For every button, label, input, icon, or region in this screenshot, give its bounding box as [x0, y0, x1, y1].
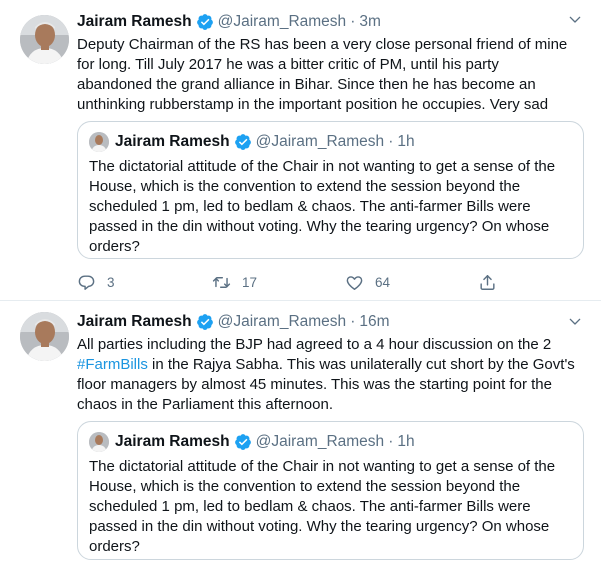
quoted-text-line: The dictatorial attitude of the Chair in…	[89, 458, 556, 475]
quoted-timestamp: 1h	[397, 133, 415, 150]
quoted-text-line: passed in the din without voting. Why th…	[89, 518, 550, 535]
retweet-button[interactable]: 17	[212, 273, 345, 292]
separator-dot: ·	[388, 133, 394, 150]
tweet-text: Deputy Chairman of the RS has been a ver…	[77, 35, 587, 115]
quoted-author-handle: @Jairam_Ramesh	[255, 133, 385, 150]
avatar[interactable]	[20, 312, 69, 361]
tweet-text-line: unthinking rubberstamp in the important …	[77, 96, 549, 113]
quoted-author-handle: @Jairam_Ramesh	[255, 433, 385, 450]
reply-button[interactable]: 3	[77, 273, 210, 292]
quoted-author-name: Jairam Ramesh	[115, 133, 230, 150]
tweet-text-line: All parties including the BJP had agreed…	[77, 336, 552, 353]
tweet-text-line: Deputy Chairman of the RS has been a ver…	[77, 36, 568, 53]
tweet-text-fragment: in the Rajya Sabha. This was unilaterall…	[147, 356, 575, 373]
quoted-timestamp: 1h	[397, 433, 415, 450]
hashtag-link[interactable]: #FarmBills	[77, 356, 148, 373]
tweet-text: All parties including the BJP had agreed…	[77, 335, 587, 415]
author-name[interactable]: Jairam Ramesh	[77, 13, 192, 31]
tweet-text-line: #FarmBills in the Rajya Sabha. This was …	[77, 355, 587, 375]
author-handle[interactable]: @Jairam_Ramesh	[218, 313, 347, 331]
tweet-header: Jairam Ramesh @Jairam_Ramesh · 3m	[77, 12, 381, 32]
quoted-avatar	[89, 132, 109, 152]
quoted-tweet[interactable]: Jairam Ramesh @Jairam_Ramesh · 1h The di…	[77, 121, 584, 259]
quoted-text-line: House, which is the convention to extend…	[89, 478, 521, 495]
author-handle[interactable]: @Jairam_Ramesh	[218, 13, 347, 31]
verified-badge-icon	[196, 14, 213, 30]
quoted-text-line: orders?	[89, 238, 140, 255]
separator-dot: ·	[350, 13, 356, 30]
quoted-text-line: passed in the din without voting. Why th…	[89, 218, 550, 235]
share-icon	[480, 274, 495, 290]
quoted-tweet-header: Jairam Ramesh @Jairam_Ramesh · 1h	[89, 132, 415, 152]
tweet-text-line: for long. Till July 2017 he was a bitter…	[77, 56, 499, 73]
tweet-text-line: floor managers by almost 45 minutes. Thi…	[77, 376, 552, 393]
quoted-text-line: scheduled 1 pm, led to bedlam & chaos. T…	[89, 198, 531, 215]
quoted-avatar	[89, 432, 109, 452]
like-count: 64	[375, 274, 391, 290]
quoted-tweet[interactable]: Jairam Ramesh @Jairam_Ramesh · 1h The di…	[77, 421, 584, 560]
quoted-text-line: orders?	[89, 538, 140, 555]
verified-badge-icon	[234, 434, 251, 450]
tweet[interactable]: Jairam Ramesh @Jairam_Ramesh · 3m Deputy…	[0, 0, 601, 301]
chevron-down-icon[interactable]	[567, 314, 583, 330]
verified-badge-icon	[196, 314, 213, 330]
quoted-tweet-header: Jairam Ramesh @Jairam_Ramesh · 1h	[89, 432, 415, 452]
verified-badge-icon	[234, 134, 251, 150]
quoted-tweet-text: The dictatorial attitude of the Chair in…	[89, 157, 579, 257]
quoted-text-line: House, which is the convention to extend…	[89, 178, 521, 195]
heart-icon	[346, 275, 363, 290]
retweet-count: 17	[242, 274, 258, 290]
quoted-author-name: Jairam Ramesh	[115, 433, 230, 450]
tweet-header: Jairam Ramesh @Jairam_Ramesh · 16m	[77, 312, 390, 332]
share-button[interactable]	[478, 273, 518, 292]
quoted-tweet-text: The dictatorial attitude of the Chair in…	[89, 457, 579, 557]
chevron-down-icon[interactable]	[567, 12, 583, 28]
tweet-actions: 3 17 64	[77, 271, 518, 293]
like-button[interactable]: 64	[345, 273, 478, 292]
reply-icon	[78, 274, 95, 290]
retweet-icon	[212, 276, 231, 288]
quoted-text-line: The dictatorial attitude of the Chair in…	[89, 158, 556, 175]
tweet-text-line: chaos in the Parliament this afternoon.	[77, 396, 333, 413]
separator-dot: ·	[350, 313, 356, 330]
tweet-timestamp[interactable]: 16m	[359, 313, 389, 331]
avatar[interactable]	[20, 15, 69, 64]
tweet-text-line: abandoned the grand alliance in Bihar. S…	[77, 76, 536, 93]
author-name[interactable]: Jairam Ramesh	[77, 313, 192, 331]
quoted-text-line: scheduled 1 pm, led to bedlam & chaos. T…	[89, 498, 531, 515]
separator-dot: ·	[388, 433, 394, 450]
tweet-timestamp[interactable]: 3m	[359, 13, 381, 31]
reply-count: 3	[107, 274, 115, 290]
